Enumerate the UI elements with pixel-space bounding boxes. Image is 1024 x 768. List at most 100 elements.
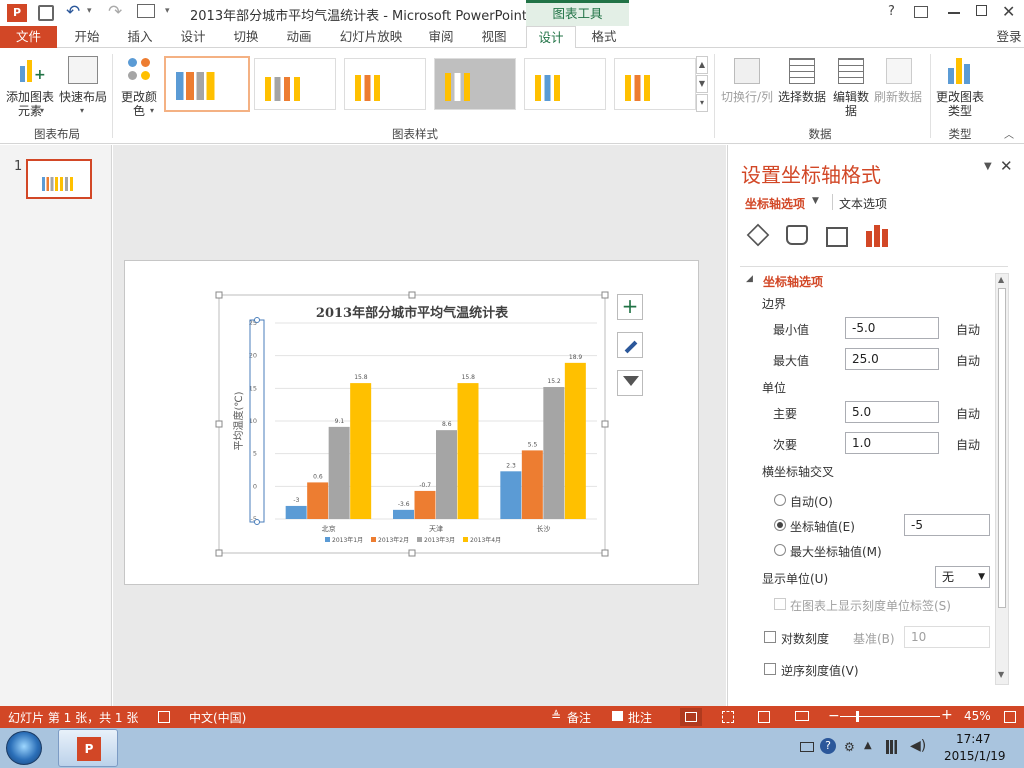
restore-icon[interactable] — [976, 5, 987, 16]
chart-filters-button[interactable] — [617, 370, 643, 396]
slide-thumbnail-1[interactable] — [26, 159, 92, 199]
section-collapse-icon[interactable]: ◢ — [746, 274, 753, 284]
axis-value-input[interactable]: -5 — [904, 514, 990, 536]
slide[interactable]: 2013年部分城市平均气温统计表 25 20 15 10 5 0 -5 平均温度(℃) -3 0.6… — [124, 260, 699, 585]
language-indicator[interactable]: 中文(中国) — [189, 709, 246, 726]
collapse-ribbon-icon[interactable]: ︿ — [1004, 126, 1014, 141]
chart-style-thumb-4[interactable] — [434, 58, 516, 110]
show-hidden-icons[interactable]: ▲ — [864, 740, 872, 751]
section-axis-options-title[interactable]: 坐标轴选项 — [763, 273, 823, 290]
tab-home[interactable]: 开始 — [62, 26, 112, 48]
zoom-in-button[interactable]: + — [941, 707, 953, 723]
gallery-more-icon[interactable]: ▾ — [696, 94, 708, 112]
tab-design[interactable]: 设计 — [168, 26, 218, 48]
chart-style-thumb-1[interactable] — [164, 56, 250, 112]
undo-dropdown-icon[interactable]: ▾ — [87, 6, 92, 16]
radio-auto-label[interactable]: 自动(O) — [790, 493, 833, 510]
chart-elements-button[interactable]: + — [617, 294, 643, 320]
clock-time[interactable]: 17:47 — [956, 732, 991, 746]
tab-chart-format[interactable]: 格式 — [579, 26, 629, 48]
pane-scrollbar[interactable]: ▲ ▼ — [995, 273, 1009, 685]
customize-qat-icon[interactable]: ▾ — [165, 6, 170, 16]
quick-layout-button[interactable]: 快速布局 — [58, 90, 108, 104]
scroll-down-icon[interactable]: ▼ — [998, 670, 1004, 679]
display-units-select[interactable]: 无 ▼ — [935, 566, 990, 588]
chart-style-thumb-6[interactable] — [614, 58, 696, 110]
refresh-data-button[interactable]: 刷新数据 — [872, 90, 924, 104]
tab-text-options[interactable]: 文本选项 — [839, 195, 887, 212]
tab-view[interactable]: 视图 — [469, 26, 519, 48]
scrollbar-thumb[interactable] — [998, 288, 1006, 608]
maximum-input[interactable]: 25.0 — [845, 348, 939, 370]
gallery-scroll-up-icon[interactable]: ▲ — [696, 56, 708, 74]
redo-icon[interactable]: ↷ — [108, 2, 122, 22]
taskbar-powerpoint-button[interactable]: P — [58, 729, 118, 767]
scroll-up-icon[interactable]: ▲ — [998, 275, 1004, 284]
start-button-icon[interactable] — [6, 731, 42, 765]
major-unit-input[interactable]: 5.0 — [845, 401, 939, 423]
chart-style-thumb-3[interactable] — [344, 58, 426, 110]
change-chart-type-button[interactable]: 更改图表类型 — [934, 90, 986, 118]
radio-maximum-axis-value-label[interactable]: 最大坐标轴值(M) — [790, 543, 882, 560]
pane-options-dropdown-icon[interactable]: ▼ — [984, 161, 992, 172]
tab-chart-design[interactable]: 设计 — [526, 26, 576, 49]
network-icon[interactable] — [886, 740, 900, 754]
major-auto-button[interactable]: 自动 — [956, 405, 980, 422]
reverse-order-label[interactable]: 逆序刻度值(V) — [781, 662, 859, 679]
help-tray-icon[interactable]: ? — [820, 738, 836, 754]
radio-axis-value-label[interactable]: 坐标轴值(E) — [790, 518, 855, 535]
tab-insert[interactable]: 插入 — [115, 26, 165, 48]
minor-auto-button[interactable]: 自动 — [956, 436, 980, 453]
undo-icon[interactable]: ↶ — [66, 2, 80, 22]
add-chart-element-button[interactable]: 添加图表元素 — [4, 90, 56, 118]
tab-axis-options[interactable]: 坐标轴选项 — [745, 195, 805, 212]
edit-data-button[interactable]: 编辑数据 — [832, 90, 870, 118]
reverse-order-checkbox[interactable] — [764, 663, 776, 675]
clock-date[interactable]: 2015/1/19 — [944, 749, 1006, 763]
axis-options-bars-icon[interactable] — [866, 223, 890, 247]
ime-icon[interactable]: ⚙ — [844, 740, 855, 754]
spellcheck-icon[interactable] — [158, 711, 170, 723]
save-icon[interactable] — [38, 5, 54, 21]
select-data-button[interactable]: 选择数据 — [776, 90, 828, 104]
volume-icon[interactable]: ◀) — [910, 738, 926, 754]
fit-to-window-icon[interactable] — [1004, 711, 1016, 723]
tab-file[interactable]: 文件 — [0, 26, 57, 48]
minimum-auto-button[interactable]: 自动 — [956, 321, 980, 338]
tab-slideshow[interactable]: 幻灯片放映 — [330, 26, 412, 48]
size-properties-icon[interactable] — [826, 227, 848, 247]
radio-maximum-axis-value[interactable] — [774, 544, 786, 556]
zoom-out-button[interactable]: − — [828, 708, 840, 724]
log-scale-label[interactable]: 对数刻度 — [781, 630, 829, 647]
gallery-scroll-down-icon[interactable]: ▼ — [696, 75, 708, 93]
zoom-slider[interactable] — [840, 711, 940, 722]
slideshow-view-icon[interactable] — [795, 711, 809, 721]
reading-view-icon[interactable] — [758, 711, 770, 723]
log-scale-checkbox[interactable] — [764, 631, 776, 643]
normal-view-button[interactable] — [680, 708, 702, 726]
tab-animations[interactable]: 动画 — [274, 26, 324, 48]
chart-style-thumb-5[interactable] — [524, 58, 606, 110]
chart-styles-brush-button[interactable] — [617, 332, 643, 358]
comments-button[interactable]: 批注 — [628, 709, 652, 726]
show-units-label-checkbox[interactable] — [774, 598, 786, 610]
chart-style-thumb-2[interactable] — [254, 58, 336, 110]
switch-row-column-button[interactable]: 切换行/列 — [718, 90, 776, 104]
minimize-icon[interactable] — [948, 12, 960, 14]
keyboard-icon[interactable] — [800, 742, 814, 752]
slide-sorter-view-icon[interactable] — [722, 711, 734, 723]
effects-pentagon-icon[interactable] — [786, 225, 808, 245]
tab-axis-options-dropdown-icon[interactable]: ▼ — [812, 196, 819, 206]
chart[interactable]: 2013年部分城市平均气温统计表2520151050-5平均温度(℃)-30.6… — [125, 261, 700, 586]
presentation-from-start-icon[interactable] — [137, 4, 155, 18]
close-window-icon[interactable]: ✕ — [1002, 2, 1015, 21]
minimum-input[interactable]: -5.0 — [845, 317, 939, 339]
signin-link[interactable]: 登录 — [994, 26, 1024, 48]
radio-auto[interactable] — [774, 494, 786, 506]
ribbon-display-options-icon[interactable] — [914, 6, 928, 18]
notes-button[interactable]: 备注 — [567, 709, 591, 726]
zoom-slider-thumb[interactable] — [856, 711, 859, 722]
radio-axis-value[interactable] — [774, 519, 786, 531]
zoom-level[interactable]: 45% — [964, 709, 991, 723]
fill-line-icon[interactable] — [746, 223, 770, 247]
